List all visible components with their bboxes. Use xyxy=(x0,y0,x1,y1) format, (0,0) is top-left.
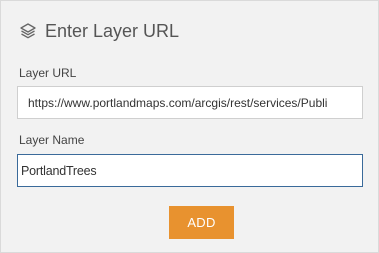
layer-name-input[interactable] xyxy=(17,154,363,187)
panel-title: Enter Layer URL xyxy=(45,21,180,41)
add-button[interactable]: ADD xyxy=(169,206,234,239)
layer-name-label: Layer Name xyxy=(19,133,85,147)
layer-url-label: Layer URL xyxy=(19,66,77,80)
enter-layer-url-panel: Enter Layer URL Layer URL Layer Name ADD xyxy=(0,0,379,253)
panel-header: Enter Layer URL xyxy=(19,19,179,43)
layer-url-input[interactable] xyxy=(17,86,363,119)
layers-icon xyxy=(19,22,37,40)
